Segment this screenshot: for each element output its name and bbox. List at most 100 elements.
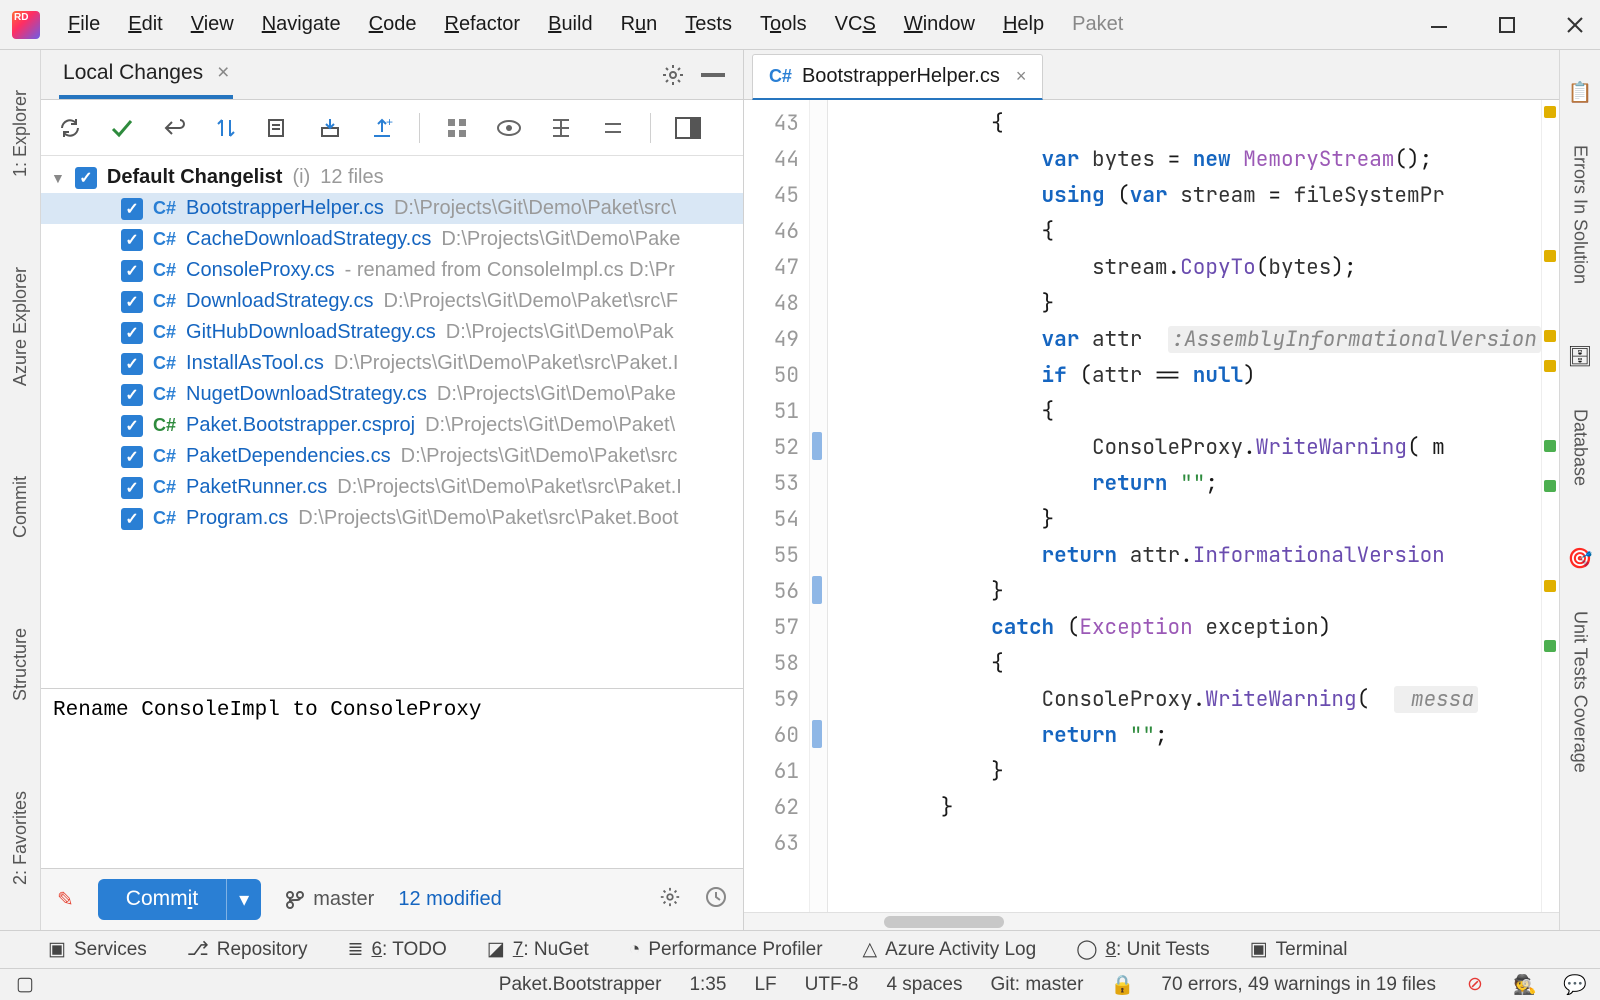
tw-nuget[interactable]: ◪ 7: NuGet <box>487 938 589 961</box>
branch-indicator[interactable]: master <box>285 888 374 911</box>
status-git-branch[interactable]: Git: master <box>991 974 1084 996</box>
diff-icon[interactable] <box>211 113 241 143</box>
tw-performance-profiler[interactable]: ◔ Performance Profiler <box>629 939 823 961</box>
tw-repository[interactable]: ⎇ Repository <box>187 938 308 961</box>
hide-panel-icon[interactable] <box>701 72 725 78</box>
tw-services[interactable]: ▣ Services <box>48 938 147 961</box>
errors-solution-icon[interactable]: 📋 <box>1568 80 1593 105</box>
expand-arrow-icon[interactable]: ▼ <box>51 170 65 186</box>
file-checkbox[interactable] <box>121 322 143 344</box>
coverage-icon[interactable]: 🎯 <box>1568 546 1593 571</box>
settings-gear-icon[interactable] <box>661 63 685 87</box>
tw-unit-tests[interactable]: ◯ 8: Unit Tests <box>1076 938 1209 961</box>
menu-build[interactable]: Build <box>548 13 592 36</box>
notifications-icon[interactable]: 💬 <box>1564 974 1586 996</box>
menu-tools[interactable]: Tools <box>760 13 807 36</box>
preview-diff-icon[interactable] <box>673 113 703 143</box>
changed-file-row[interactable]: C#BootstrapperHelper.cs D:\Projects\Git\… <box>41 193 743 224</box>
tw-todo[interactable]: ≣ 6: TODO <box>348 938 447 961</box>
collapse-all-icon[interactable] <box>598 113 628 143</box>
modified-count[interactable]: 12 modified <box>398 888 501 911</box>
window-maximize-icon[interactable] <box>1494 12 1520 38</box>
edit-msg-icon[interactable]: ✎ <box>57 887 74 912</box>
menu-file[interactable]: File <box>68 13 100 36</box>
file-checkbox[interactable] <box>121 353 143 375</box>
menu-window[interactable]: Window <box>904 13 975 36</box>
changed-file-row[interactable]: C#GitHubDownloadStrategy.cs D:\Projects\… <box>41 317 743 348</box>
menu-edit[interactable]: Edit <box>128 13 162 36</box>
close-editor-tab-icon[interactable]: × <box>1016 66 1027 87</box>
file-checkbox[interactable] <box>121 508 143 530</box>
status-indent[interactable]: 4 spaces <box>886 974 962 996</box>
tool-windows-toggle-icon[interactable]: ▢ <box>14 974 36 996</box>
commit-options-gear-icon[interactable] <box>659 886 681 914</box>
changed-file-row[interactable]: C#NugetDownloadStrategy.cs D:\Projects\G… <box>41 379 743 410</box>
changelist-header[interactable]: ▼ Default Changelist (i) 12 files <box>41 162 743 193</box>
view-options-icon[interactable] <box>494 113 524 143</box>
error-stripe[interactable] <box>1541 100 1559 912</box>
window-close-icon[interactable] <box>1562 12 1588 38</box>
database-icon[interactable]: 🗄 <box>1567 344 1592 369</box>
changed-file-row[interactable]: C#Program.cs D:\Projects\Git\Demo\Paket\… <box>41 503 743 534</box>
commit-dropdown-icon[interactable]: ▾ <box>226 879 261 920</box>
file-checkbox[interactable] <box>121 260 143 282</box>
menu-view[interactable]: View <box>191 13 234 36</box>
shelve-icon[interactable] <box>315 113 345 143</box>
inspection-off-icon[interactable]: ⊘ <box>1464 974 1486 996</box>
commit-button[interactable]: Commit ▾ <box>98 879 261 920</box>
tw-structure[interactable]: Structure <box>10 628 31 701</box>
rollback-icon[interactable] <box>159 113 189 143</box>
menu-refactor[interactable]: Refactor <box>444 13 520 36</box>
changed-file-row[interactable]: C#PaketDependencies.cs D:\Projects\Git\D… <box>41 441 743 472</box>
tw-database[interactable]: Database <box>1570 409 1591 486</box>
commit-check-icon[interactable] <box>107 113 137 143</box>
file-checkbox[interactable] <box>121 446 143 468</box>
group-by-icon[interactable] <box>442 113 472 143</box>
refresh-icon[interactable] <box>55 113 85 143</box>
changelist-checkbox[interactable] <box>75 167 97 189</box>
changed-file-row[interactable]: C#Paket.Bootstrapper.csproj D:\Projects\… <box>41 410 743 441</box>
unshelve-icon[interactable]: + <box>367 113 397 143</box>
tw-azure-activity-log[interactable]: △ Azure Activity Log <box>863 938 1037 961</box>
tw-commit[interactable]: Commit <box>10 476 31 538</box>
tw-azure-explorer[interactable]: Azure Explorer <box>10 267 31 386</box>
changed-file-row[interactable]: C#PaketRunner.cs D:\Projects\Git\Demo\Pa… <box>41 472 743 503</box>
menu-help[interactable]: Help <box>1003 13 1044 36</box>
menu-navigate[interactable]: Navigate <box>262 13 341 36</box>
editor-horizontal-scrollbar[interactable] <box>744 912 1559 930</box>
status-analysis[interactable]: 70 errors, 49 warnings in 19 files <box>1161 974 1436 996</box>
file-checkbox[interactable] <box>121 198 143 220</box>
changed-file-row[interactable]: C#ConsoleProxy.cs - renamed from Console… <box>41 255 743 286</box>
menu-paket[interactable]: Paket <box>1072 13 1123 36</box>
window-minimize-icon[interactable] <box>1426 12 1452 38</box>
file-checkbox[interactable] <box>121 477 143 499</box>
menu-tests[interactable]: Tests <box>685 13 732 36</box>
changes-tree[interactable]: ▼ Default Changelist (i) 12 files C#Boot… <box>41 156 743 688</box>
file-checkbox[interactable] <box>121 415 143 437</box>
changed-file-row[interactable]: C#CacheDownloadStrategy.cs D:\Projects\G… <box>41 224 743 255</box>
status-encoding[interactable]: UTF-8 <box>805 974 859 996</box>
status-project[interactable]: Paket.Bootstrapper <box>499 974 662 996</box>
tw-terminal[interactable]: ▣ Terminal <box>1250 938 1348 961</box>
menu-code[interactable]: Code <box>369 13 417 36</box>
changelist-icon[interactable] <box>263 113 293 143</box>
tw-favorites[interactable]: 2: Favorites <box>10 791 31 885</box>
tw-explorer[interactable]: 1: Explorer <box>10 90 31 177</box>
status-caret-pos[interactable]: 1:35 <box>689 974 726 996</box>
file-checkbox[interactable] <box>121 291 143 313</box>
commit-message-input[interactable] <box>41 689 743 868</box>
file-checkbox[interactable] <box>121 229 143 251</box>
menu-vcs[interactable]: VCS <box>835 13 876 36</box>
code-editor[interactable]: { var bytes = new MemoryStream(); using … <box>828 100 1541 912</box>
changed-file-row[interactable]: C#InstallAsTool.cs D:\Projects\Git\Demo\… <box>41 348 743 379</box>
menu-run[interactable]: Run <box>621 13 658 36</box>
inspector-icon[interactable]: 🕵 <box>1514 974 1536 996</box>
tab-local-changes[interactable]: Local Changes× <box>59 51 233 99</box>
lock-icon[interactable]: 🔒 <box>1111 974 1133 996</box>
tw-errors-in-solution[interactable]: Errors In Solution <box>1570 145 1591 284</box>
expand-all-icon[interactable] <box>546 113 576 143</box>
close-tab-icon[interactable]: × <box>217 61 229 84</box>
file-checkbox[interactable] <box>121 384 143 406</box>
commit-history-icon[interactable] <box>705 886 727 914</box>
editor-tab[interactable]: C# BootstrapperHelper.cs × <box>752 54 1043 100</box>
